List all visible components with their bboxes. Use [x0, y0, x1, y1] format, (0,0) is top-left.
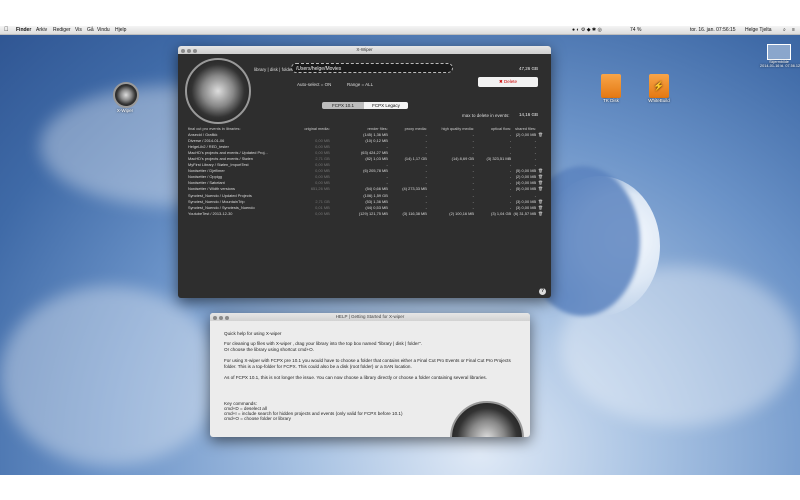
help-paragraph-3: As of FCPX 10.1, this is not longer the … — [224, 375, 488, 380]
table-cell-hq[interactable]: (2) 100,16 MB — [427, 210, 474, 216]
desktop-icon-xwiper[interactable]: X-Wiper — [108, 82, 142, 113]
delete-icon: ✖ — [498, 79, 503, 84]
menu-vindu[interactable]: Vindu — [97, 26, 110, 34]
window-controls — [213, 315, 231, 323]
desktop-icon-label: TK Disk — [603, 98, 619, 103]
menu-vis[interactable]: Vis — [75, 26, 82, 34]
help-title-bar: HELP | Getting Started for X-wiper — [210, 313, 530, 321]
minimize-button[interactable] — [187, 49, 191, 53]
help-intro: Quick help for using X-wiper — [224, 331, 282, 336]
cloud — [0, 286, 220, 466]
menu-arkiv[interactable]: Arkiv — [36, 26, 47, 34]
apple-menu-icon[interactable]:  — [4, 26, 9, 34]
bottom-area — [0, 475, 800, 500]
table-row[interactable]: YoutubeTest / 2013-12-30 0,00 MB (129) 121… — [188, 210, 543, 216]
battery-indicator[interactable]: 74 % — [630, 26, 641, 34]
window-title: X-Wiper — [356, 47, 373, 52]
max-delete-value: 14,16 GB — [519, 112, 539, 117]
desktop-icon-backup[interactable]: ⚡ WhiteBuild — [642, 74, 676, 103]
trash-icon[interactable]: 🗑 — [536, 204, 543, 210]
help-window: HELP | Getting Started for X-wiper Quick… — [210, 313, 530, 437]
trash-icon[interactable]: 🗑 — [536, 168, 543, 174]
desktop-icon-label: X-Wiper — [116, 108, 134, 113]
close-button[interactable] — [181, 49, 185, 53]
xwiper-logo — [185, 58, 251, 124]
trash-icon[interactable]: 🗑 — [536, 198, 543, 204]
menu-finder[interactable]: Finder — [16, 26, 31, 34]
menu-rediger[interactable]: Rediger — [53, 26, 71, 34]
window-controls — [181, 48, 199, 56]
desktop-icon-label: WhiteBuild — [648, 98, 670, 103]
zoom-button[interactable] — [193, 49, 197, 53]
help-paragraph-2: For using X-wiper with FCPX pre 10.1 you… — [224, 358, 511, 369]
table-cell-render[interactable]: (129) 121,75 MB — [330, 210, 388, 216]
max-delete-label: max to delete in events: — [462, 113, 510, 118]
delete-label: Delete — [504, 79, 518, 84]
trash-icon[interactable]: 🗑 — [536, 186, 543, 192]
menu-ga[interactable]: Gå — [87, 26, 94, 34]
table-cell-shared[interactable]: (6) 31,57 MB — [511, 210, 537, 216]
zoom-button[interactable] — [225, 316, 229, 320]
range-toggle[interactable]: Range = ALL — [347, 82, 373, 87]
list-icon[interactable]: ≡ — [792, 26, 795, 34]
trash-icon[interactable]: 🗑 — [536, 180, 543, 186]
table-cell-flow[interactable]: (3) 1,04 GB — [474, 210, 511, 216]
search-icon[interactable]: ⌕ — [783, 26, 786, 34]
help-button[interactable]: ? — [539, 288, 546, 295]
status-icons[interactable]: ● ◐ ⚙ ◆ ✱ ◎ — [572, 26, 602, 34]
delete-button[interactable]: ✖ Delete — [478, 77, 538, 87]
desktop-icon-label: Skjermbilde 2014-01-16 kl. 07.56.12 — [760, 60, 800, 68]
clock[interactable]: tor. 16. jan. 07:56:15 — [690, 26, 736, 34]
firewire-disk-icon: ⚡ — [649, 74, 669, 98]
table-cell-name: YoutubeTest / 2013-12-30 — [188, 210, 233, 216]
auto-select-toggle[interactable]: Auto-select = ON — [297, 82, 331, 87]
table-cell-orig[interactable]: 0,00 MB — [291, 210, 330, 216]
table-cell-proxy[interactable]: (3) 116,38 MB — [388, 210, 427, 216]
screenshot-thumbnail — [767, 44, 791, 60]
events-table: final cut pro events in libraries: origin… — [188, 125, 543, 216]
title-bar: X-Wiper — [178, 46, 551, 54]
external-disk-icon — [601, 74, 621, 98]
table-row[interactable]: MacHD's projects and events / Stølen 2,71… — [188, 155, 543, 161]
menu-hjelp[interactable]: Hjelp — [115, 26, 126, 34]
xwiper-app-icon — [113, 82, 139, 108]
desktop-icon-screenshot[interactable]: Skjermbilde 2014-01-16 kl. 07.56.12 — [760, 44, 800, 68]
tab-fcpx-101[interactable]: FCPX 10.1 — [322, 102, 364, 109]
column-header[interactable]: shared files: — [511, 125, 536, 131]
library-path-input[interactable]: /Users/helge/Movies — [291, 63, 453, 73]
menu-bar:  Finder Arkiv Rediger Vis Gå Vindu Hjel… — [0, 26, 800, 35]
trash-icon[interactable]: 🗑 — [536, 174, 543, 180]
trash-icon[interactable]: 🗑 — [536, 210, 543, 216]
disk-size: 47,26 GB — [519, 66, 539, 71]
library-label: library | disk | folder: — [254, 67, 295, 72]
close-button[interactable] — [213, 316, 217, 320]
tab-fcpx-legacy[interactable]: FCPX Legacy — [364, 102, 408, 109]
minimize-button[interactable] — [219, 316, 223, 320]
help-window-title: HELP | Getting Started for X-wiper — [335, 314, 405, 319]
help-paragraph-1: For cleaning up files with X-wiper , dra… — [224, 341, 422, 352]
desktop-icon-disk[interactable]: TK Disk — [596, 74, 626, 103]
trash-icon[interactable]: 🗑 — [536, 131, 543, 137]
user-menu[interactable]: Helge Tjelta — [745, 26, 772, 34]
